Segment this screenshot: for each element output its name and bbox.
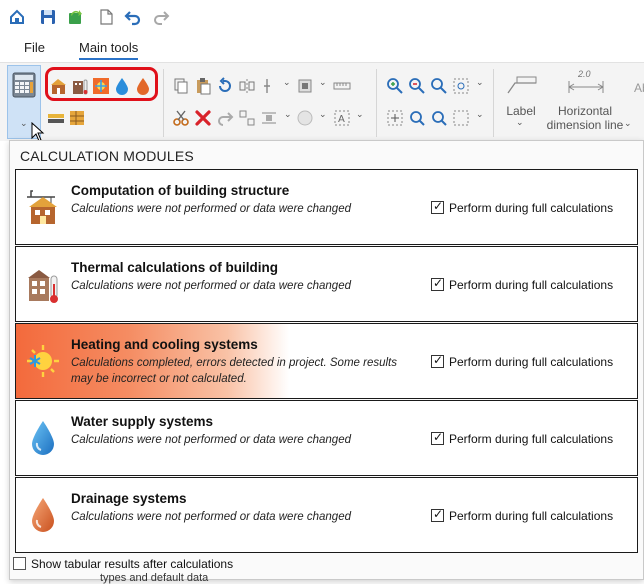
text-frame-icon[interactable]: A bbox=[333, 109, 351, 127]
delete-icon[interactable] bbox=[194, 109, 212, 127]
layers-icon[interactable] bbox=[47, 109, 65, 127]
perform-checkbox[interactable] bbox=[431, 276, 444, 291]
table-icon[interactable] bbox=[68, 109, 86, 127]
module-title: Thermal calculations of building bbox=[71, 260, 279, 275]
horizontal-dimension-button[interactable]: Horizontal dimension line bbox=[543, 104, 627, 132]
text-tool-cut[interactable]: Ab bbox=[634, 81, 644, 95]
module-heating-cooling[interactable]: Heating and cooling systems Calculations… bbox=[15, 323, 638, 399]
array-icon[interactable] bbox=[238, 109, 256, 127]
building-structure-icon bbox=[27, 190, 57, 224]
horizontal-dimension-icon[interactable]: 2.0 bbox=[566, 69, 606, 97]
sun-snowflake-icon bbox=[27, 345, 59, 377]
disabled-tool-icon bbox=[297, 110, 313, 126]
module-title: Drainage systems bbox=[71, 491, 187, 506]
label-button[interactable]: Label bbox=[505, 104, 537, 118]
module-drainage[interactable]: Drainage systems Calculations were not p… bbox=[15, 477, 638, 553]
perform-label[interactable]: Perform during full calculations bbox=[449, 201, 613, 215]
zoom-in-icon[interactable] bbox=[386, 77, 404, 95]
perform-checkbox[interactable] bbox=[431, 430, 444, 445]
redo-gray-icon[interactable] bbox=[216, 109, 234, 127]
zoom-real-icon[interactable] bbox=[430, 109, 448, 127]
perform-label[interactable]: Perform during full calculations bbox=[449, 355, 613, 369]
module-status: Calculations were not performed or data … bbox=[71, 280, 351, 292]
rotate-icon[interactable] bbox=[216, 77, 234, 95]
water-drop-icon bbox=[32, 421, 54, 455]
new-document-icon[interactable] bbox=[97, 8, 115, 26]
select-area-icon[interactable] bbox=[386, 109, 404, 127]
module-title: Water supply systems bbox=[71, 414, 214, 429]
mirror-icon[interactable] bbox=[238, 77, 256, 95]
chevron-down-icon: ⌄ bbox=[20, 118, 28, 128]
module-title: Computation of building structure bbox=[71, 183, 290, 198]
perform-label[interactable]: Perform during full calculations bbox=[449, 278, 613, 292]
measure-icon[interactable] bbox=[333, 77, 351, 95]
perform-label[interactable]: Perform during full calculations bbox=[449, 509, 613, 523]
perform-label[interactable]: Perform during full calculations bbox=[449, 432, 613, 446]
undo-icon[interactable] bbox=[124, 8, 142, 26]
background-tree-text: types and default data bbox=[100, 572, 209, 584]
module-water-supply[interactable]: Water supply systems Calculations were n… bbox=[15, 400, 638, 476]
zoom-previous-icon[interactable] bbox=[408, 109, 426, 127]
perform-checkbox[interactable] bbox=[431, 507, 444, 522]
perform-checkbox[interactable] bbox=[431, 353, 444, 368]
module-status: Calculations were not performed or data … bbox=[71, 203, 351, 215]
group-icon[interactable] bbox=[296, 77, 314, 95]
module-thermal-calculations[interactable]: Thermal calculations of building Calcula… bbox=[15, 246, 638, 322]
mouse-cursor-icon bbox=[31, 122, 45, 142]
module-status: Calculations were not performed or data … bbox=[71, 434, 351, 446]
perform-checkbox[interactable] bbox=[431, 199, 444, 214]
calculator-icon bbox=[12, 72, 36, 98]
svg-text:A: A bbox=[338, 114, 345, 125]
distribute-icon[interactable] bbox=[260, 109, 278, 127]
module-building-structure[interactable]: Computation of building structure Calcul… bbox=[15, 169, 638, 245]
tab-file[interactable]: File bbox=[24, 40, 45, 55]
module-title: Heating and cooling systems bbox=[71, 337, 258, 352]
zoom-all-icon[interactable] bbox=[430, 77, 448, 95]
modules-highlight-frame bbox=[45, 67, 158, 101]
module-status: Calculations were not performed or data … bbox=[71, 511, 351, 523]
calculation-modules-panel: CALCULATION MODULES Computation of build… bbox=[9, 140, 644, 580]
label-icon[interactable] bbox=[505, 75, 539, 97]
cut-icon[interactable] bbox=[172, 109, 190, 127]
tab-main-tools[interactable]: Main tools bbox=[79, 40, 139, 60]
quick-access-toolbar bbox=[0, 0, 644, 34]
zoom-window-icon[interactable] bbox=[452, 77, 470, 95]
panel-title: CALCULATION MODULES bbox=[20, 148, 194, 164]
thermal-building-icon bbox=[28, 270, 58, 303]
drainage-drop-icon bbox=[32, 498, 54, 532]
save-icon[interactable] bbox=[39, 8, 57, 26]
redo-icon[interactable] bbox=[152, 8, 170, 26]
pan-icon[interactable] bbox=[452, 109, 470, 127]
show-tabular-results-checkbox[interactable] bbox=[13, 557, 26, 570]
align-icon[interactable] bbox=[258, 77, 276, 95]
module-status: Calculations completed, errors detected … bbox=[71, 357, 397, 385]
zoom-out-icon[interactable] bbox=[408, 77, 426, 95]
home-icon[interactable] bbox=[8, 8, 26, 26]
show-tabular-results-label[interactable]: Show tabular results after calculations bbox=[31, 557, 233, 571]
paste-icon[interactable] bbox=[194, 77, 212, 95]
save-as-icon[interactable] bbox=[66, 8, 84, 26]
copy-icon[interactable] bbox=[172, 77, 190, 95]
